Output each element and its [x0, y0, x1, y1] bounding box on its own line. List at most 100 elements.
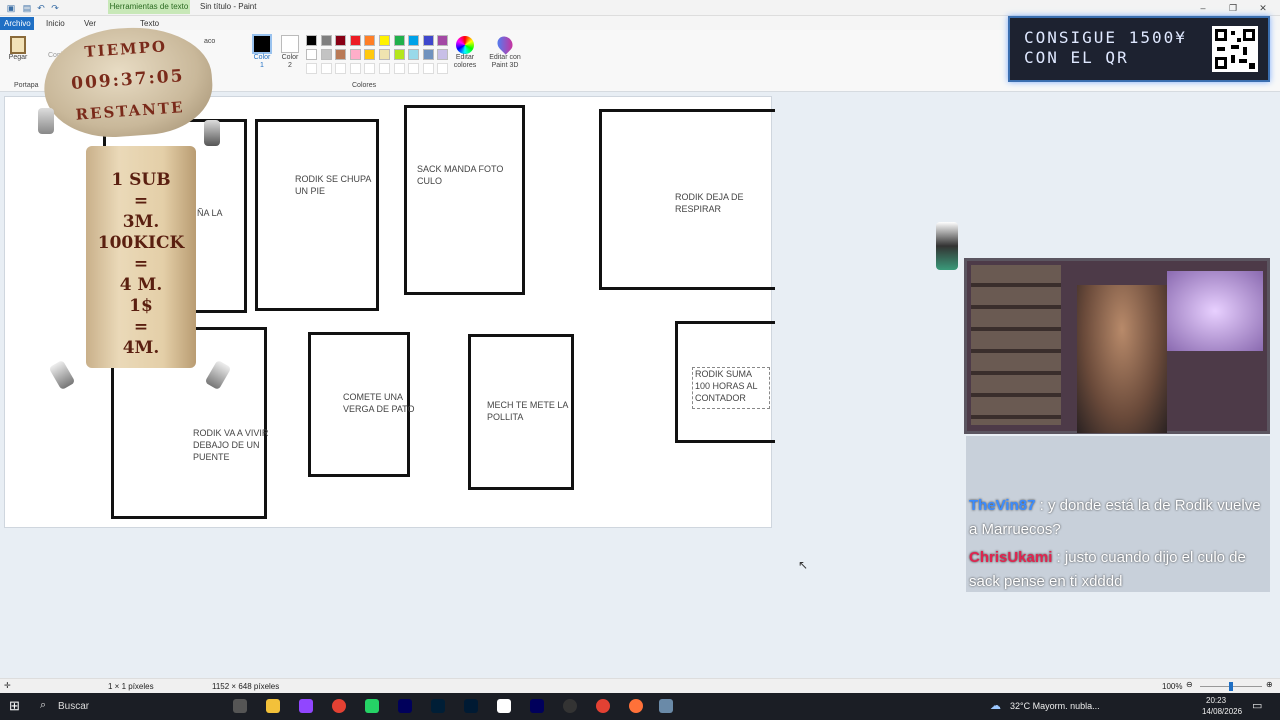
- scroll-line: =: [133, 191, 149, 211]
- edit-colors-button[interactable]: Editar colores: [450, 36, 480, 70]
- palette-empty-slot[interactable]: [408, 63, 420, 74]
- undo-icon[interactable]: ↶: [36, 3, 46, 13]
- palette-empty-slot[interactable]: [422, 63, 434, 74]
- tab-inicio[interactable]: Inicio: [42, 17, 69, 30]
- palette-swatch[interactable]: [364, 49, 376, 60]
- clock-date[interactable]: 14/08/2026: [1202, 707, 1242, 716]
- paint-taskbar-icon[interactable]: [659, 699, 673, 713]
- weather-text[interactable]: 32°C Mayorm. nubla...: [1010, 701, 1100, 711]
- webcam-feed: [964, 258, 1270, 434]
- palette-empty-slot[interactable]: [393, 63, 405, 74]
- window-title: Sin título - Paint: [200, 2, 257, 11]
- palette-swatch[interactable]: [364, 35, 376, 46]
- palette-swatch[interactable]: [408, 49, 420, 60]
- palette-swatch[interactable]: [422, 49, 434, 60]
- zoom-in-button[interactable]: ⊕: [1266, 680, 1273, 689]
- image-size: 1152 × 648 píxeles: [212, 682, 280, 691]
- app-icon[interactable]: [563, 699, 577, 713]
- palette-swatch[interactable]: [320, 49, 332, 60]
- palette-swatch[interactable]: [393, 49, 405, 60]
- timer-value: 009:37:05: [70, 66, 186, 94]
- canvas-box-3: [404, 105, 525, 295]
- palette-empty-slot[interactable]: [349, 63, 361, 74]
- tab-ver[interactable]: Ver: [80, 17, 100, 30]
- taskbar-search[interactable]: Buscar: [58, 701, 89, 712]
- palette-empty-slot[interactable]: [364, 63, 376, 74]
- minimize-button[interactable]: –: [1196, 2, 1210, 14]
- qr-code: [1212, 26, 1258, 72]
- zoom-out-button[interactable]: ⊖: [1186, 680, 1193, 689]
- promo-text: CONSIGUE 1500¥ CON EL QR: [1024, 28, 1187, 67]
- color1-label: Color 1: [253, 54, 271, 69]
- tab-archivo[interactable]: Archivo: [0, 17, 34, 30]
- streamer-image: [1077, 285, 1167, 433]
- scroll-line: 1$: [129, 296, 153, 316]
- palette-swatch[interactable]: [393, 35, 405, 46]
- palette-swatch[interactable]: [306, 49, 317, 60]
- firefox-icon[interactable]: [629, 699, 643, 713]
- maximize-button[interactable]: ❐: [1226, 2, 1240, 14]
- palette-empty-slot[interactable]: [437, 63, 449, 74]
- task-view-icon[interactable]: [233, 699, 247, 713]
- palette-swatch[interactable]: [320, 35, 332, 46]
- color2-button[interactable]: Color 2: [278, 34, 302, 70]
- scroll-line: =: [133, 317, 149, 337]
- color1-button[interactable]: Color 1: [250, 34, 274, 70]
- palette-empty-slot[interactable]: [306, 63, 317, 74]
- status-bar: ✛ 1 × 1 píxeles 1152 × 648 píxeles 100% …: [0, 678, 1280, 693]
- palette-swatch[interactable]: [379, 49, 390, 60]
- rainbow-icon: [456, 36, 474, 54]
- chat-username: ChrisUkami: [969, 549, 1053, 566]
- paste-button[interactable]: Pegar: [6, 36, 30, 61]
- color2-swatch: [281, 35, 299, 53]
- palette-swatch[interactable]: [437, 49, 449, 60]
- clock-time[interactable]: 20:23: [1206, 696, 1226, 705]
- scroll-line: 4 M.: [119, 275, 163, 295]
- colors-group-label: Colores: [352, 82, 377, 89]
- zoom-level: 100%: [1162, 682, 1183, 691]
- save-icon[interactable]: ▤: [22, 3, 32, 13]
- box-text-sack: SACK MANDA FOTO CULO: [417, 164, 504, 186]
- weather-icon: ☁: [990, 700, 1001, 712]
- chat-separator: :: [1056, 549, 1061, 566]
- box-text-partial: ÑA LA: [197, 208, 223, 218]
- palette-swatch[interactable]: [408, 35, 420, 46]
- search-icon[interactable]: ⌕: [40, 699, 46, 712]
- palette-swatch[interactable]: [349, 35, 361, 46]
- palette-swatch[interactable]: [335, 49, 347, 60]
- capcut-icon[interactable]: [497, 699, 511, 713]
- palette-swatch[interactable]: [379, 35, 390, 46]
- file-explorer-icon[interactable]: [266, 699, 280, 713]
- timer-remaining: RESTANTE: [75, 98, 186, 124]
- palette-swatch[interactable]: [335, 35, 347, 46]
- text-edit-box[interactable]: RODIK SUMA 100 HORAS AL CONTADOR: [692, 367, 770, 409]
- palette-empty-slot[interactable]: [379, 63, 390, 74]
- photoshop-icon[interactable]: [431, 699, 445, 713]
- paste-label: Pegar: [8, 54, 28, 61]
- premiere-icon[interactable]: [530, 699, 544, 713]
- palette-swatch[interactable]: [349, 49, 361, 60]
- notifications-icon[interactable]: ▭: [1252, 699, 1262, 712]
- close-button[interactable]: ✕: [1256, 2, 1270, 14]
- palette-empty-slot[interactable]: [335, 63, 347, 74]
- chrome-icon[interactable]: [596, 699, 610, 713]
- qr-promo-banner: CONSIGUE 1500¥ CON EL QR: [1008, 16, 1270, 82]
- palette-empty-slot[interactable]: [320, 63, 332, 74]
- box-text-pato: COMETE UNA VERGA DE PATO: [343, 392, 415, 414]
- zoom-slider-thumb[interactable]: [1229, 682, 1233, 691]
- color1-swatch: [252, 34, 272, 54]
- chrome-icon[interactable]: [332, 699, 346, 713]
- lightroom-icon[interactable]: [464, 699, 478, 713]
- palette-swatch[interactable]: [306, 35, 317, 46]
- palette-swatch[interactable]: [422, 35, 434, 46]
- redo-icon[interactable]: ↷: [50, 3, 60, 13]
- palette-swatch[interactable]: [437, 35, 449, 46]
- obs-icon[interactable]: [299, 699, 313, 713]
- edit-colors-label: Editar colores: [453, 54, 477, 69]
- windows-start-icon[interactable]: ⊞: [9, 698, 20, 714]
- hourglass-icon: [204, 120, 220, 146]
- audition-icon[interactable]: [398, 699, 412, 713]
- paint3d-button[interactable]: Editar con Paint 3D: [486, 33, 524, 70]
- whatsapp-icon[interactable]: [365, 699, 379, 713]
- paint3d-icon: [494, 33, 516, 55]
